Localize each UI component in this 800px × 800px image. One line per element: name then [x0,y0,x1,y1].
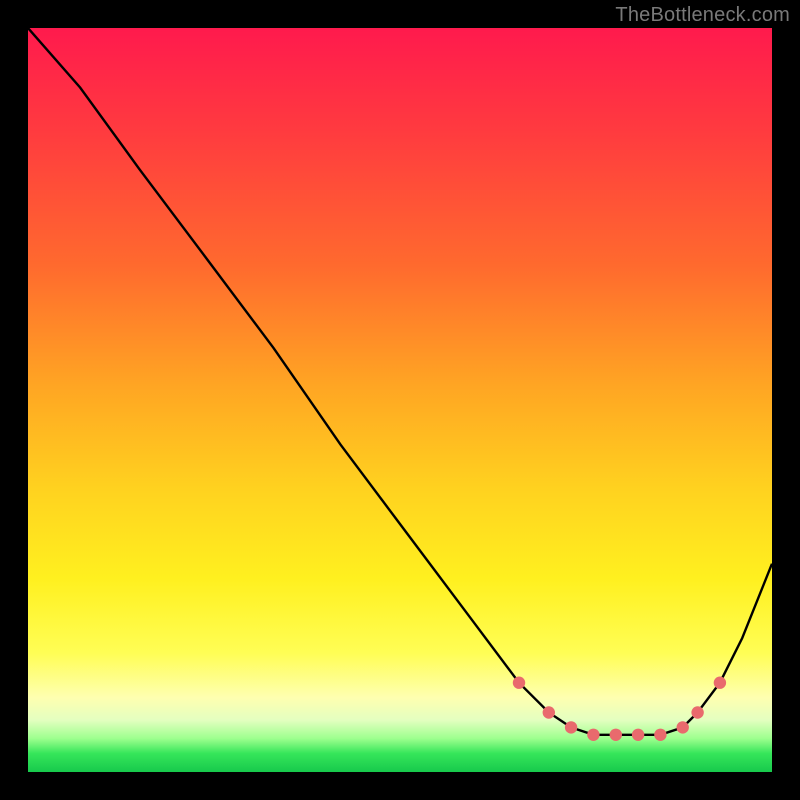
watermark-text: TheBottleneck.com [615,4,790,27]
marker-group [513,677,726,742]
curve-marker [654,729,666,741]
curve-marker [714,677,726,689]
curve-marker [677,721,689,733]
chart-stage: TheBottleneck.com [0,0,800,800]
curve-marker [632,729,644,741]
curve-marker [543,706,555,718]
curve-marker [691,706,703,718]
curve-marker [587,729,599,741]
curve-layer [28,28,772,772]
curve-marker [565,721,577,733]
plot-area [28,28,772,772]
curve-marker [610,729,622,741]
curve-marker [513,677,525,689]
bottleneck-curve [28,28,772,735]
